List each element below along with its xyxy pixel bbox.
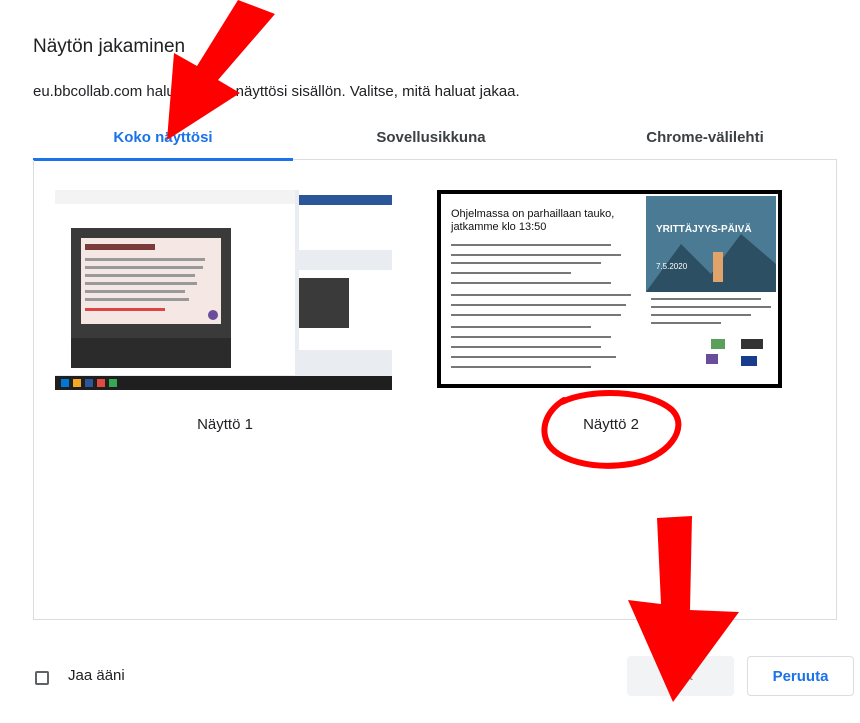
screen-1-label: Näyttö 1 <box>197 416 253 433</box>
screen-1-thumbnail[interactable] <box>55 190 392 390</box>
screen-2-label: Näyttö 2 <box>583 416 639 433</box>
screen-2-event-title: YRITTÄJYYS-PÄIVÄ <box>656 224 752 235</box>
screen-2-preview-graphic <box>451 196 776 368</box>
screen-2-event-date: 7.5.2020 <box>656 262 688 271</box>
share-button[interactable]: Jaa <box>627 656 734 696</box>
dialog-title: Näytön jakaminen <box>33 36 186 57</box>
share-audio-label[interactable]: Jaa ääni <box>68 667 125 684</box>
tab-bar: Koko näyttösi Sovellusikkuna Chrome-väli… <box>33 117 837 161</box>
screen-2-thumbnail[interactable]: Ohjelmassa on parhaillaan tauko, jatkamm… <box>437 190 782 388</box>
tab-chrome-tab[interactable]: Chrome-välilehti <box>573 117 837 159</box>
share-audio-checkbox[interactable] <box>35 671 49 685</box>
dialog-subtitle: eu.bbcollab.com haluaa jakaa näyttösi si… <box>33 83 520 100</box>
screen-1-preview-graphic <box>55 190 392 390</box>
cancel-button[interactable]: Peruuta <box>747 656 854 696</box>
tab-application-window[interactable]: Sovellusikkuna <box>301 117 561 159</box>
share-screen-dialog: Näytön jakaminen eu.bbcollab.com haluaa … <box>0 0 860 723</box>
tab-entire-screen[interactable]: Koko näyttösi <box>33 117 293 159</box>
